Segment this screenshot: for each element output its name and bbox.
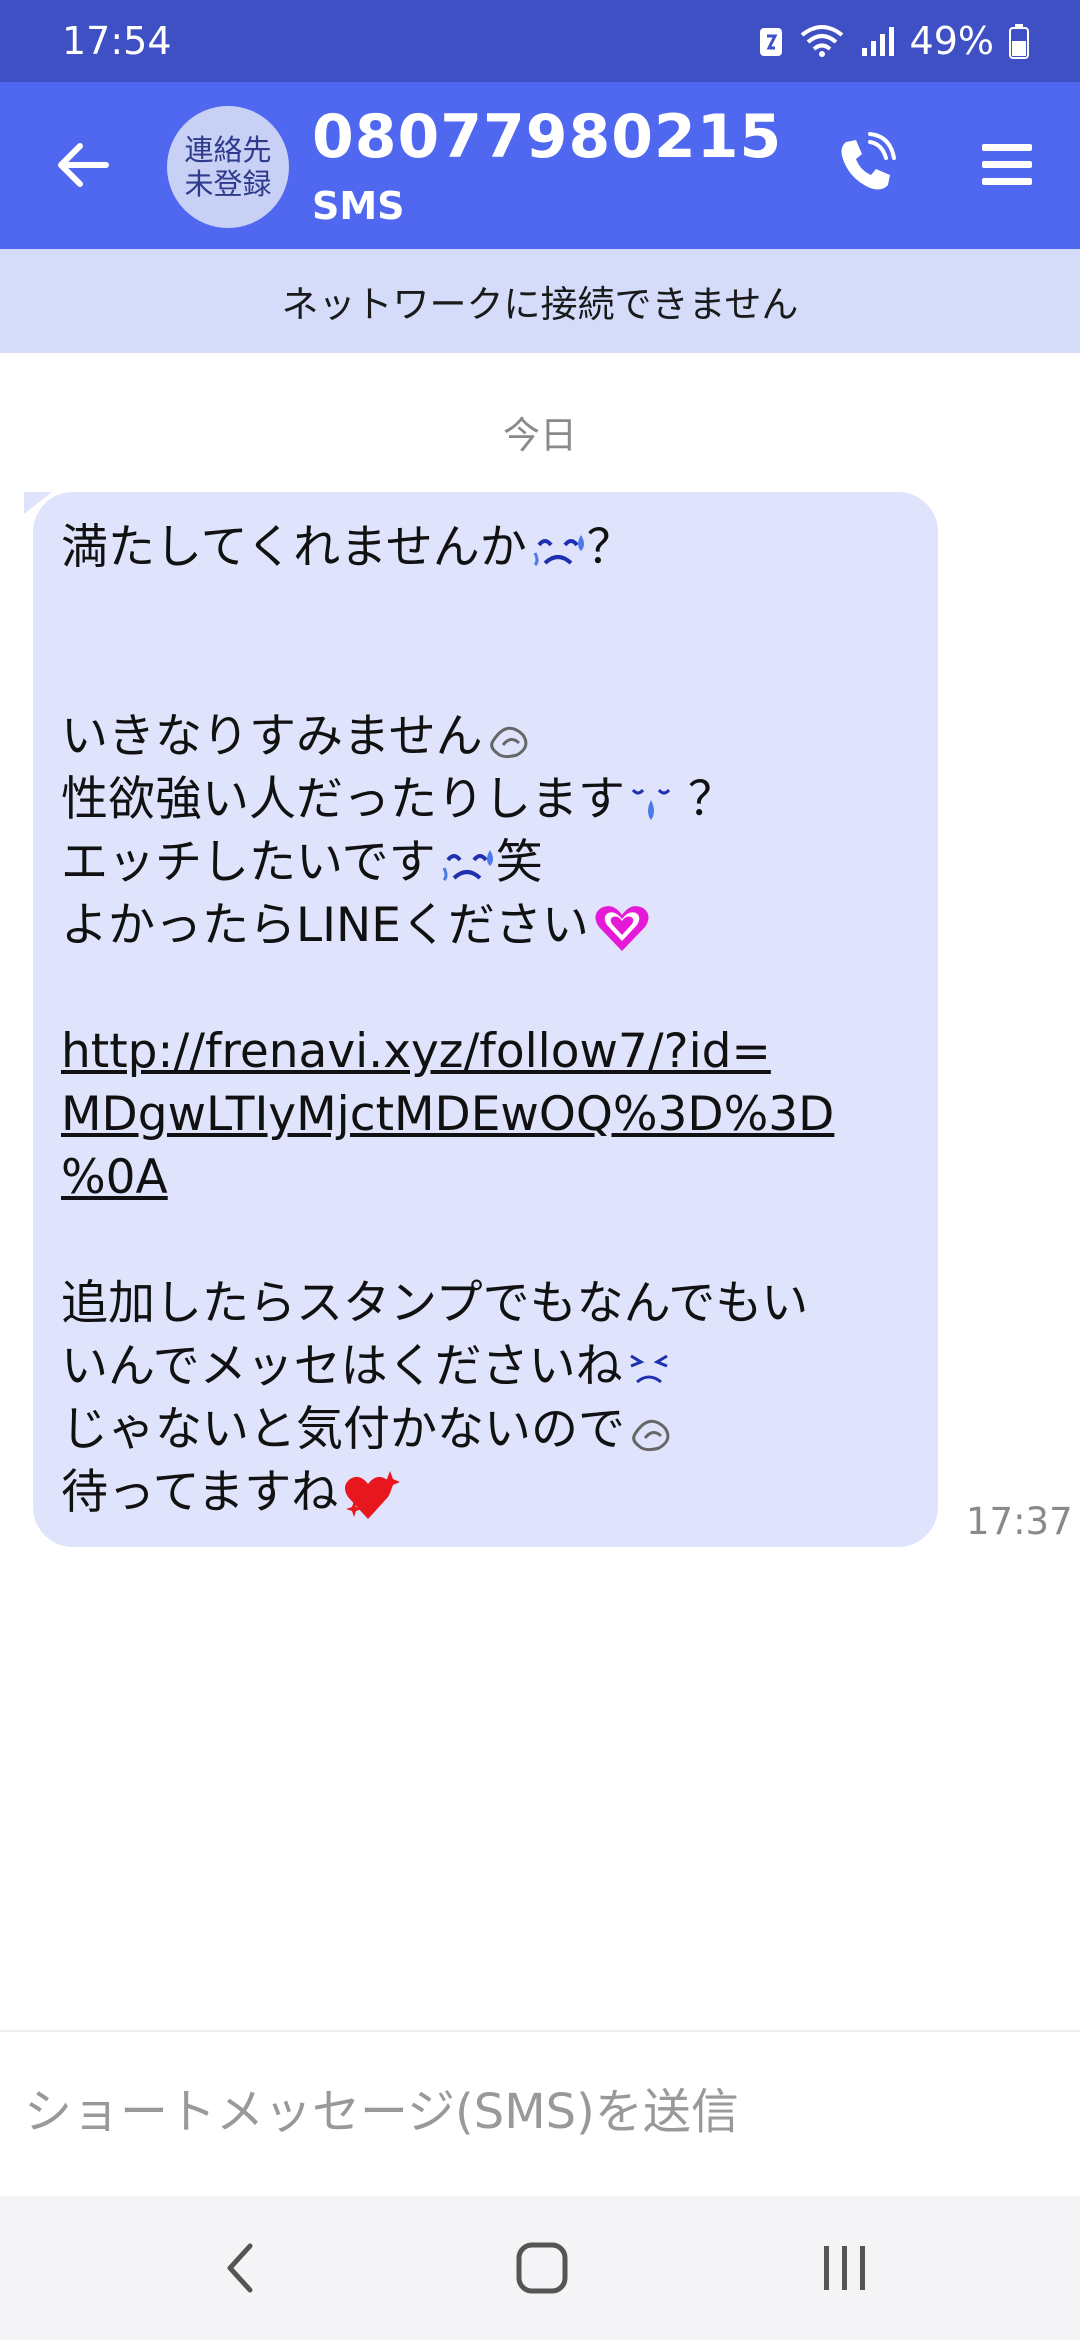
- tear-face-emoji: [629, 1354, 668, 1383]
- back-button[interactable]: [52, 134, 114, 196]
- message-text: ？: [586, 520, 634, 575]
- message-line: じゃないと気付かないので: [61, 1398, 910, 1461]
- status-time: 17:54: [62, 19, 172, 63]
- status-icons: 49%: [758, 19, 1030, 63]
- message-text: 笑: [495, 835, 543, 890]
- message-link-line[interactable]: http://frenavi.xyz/follow7/?id=: [61, 1020, 910, 1083]
- message-link-line[interactable]: %0A: [61, 1146, 910, 1209]
- avatar[interactable]: 連絡先 未登録: [167, 106, 289, 228]
- call-button[interactable]: [832, 132, 898, 198]
- message-bubble[interactable]: 満たしてくれませんか ？ いきなりすみません 性欲強い人だったりします ？ エッ…: [33, 492, 938, 1547]
- message-line: エッチしたいです 笑: [61, 831, 910, 894]
- nav-back-button[interactable]: [206, 2236, 276, 2300]
- message-text: ？: [673, 772, 735, 827]
- message-link[interactable]: MDgwLTIyMjctMDEwOQ%3D%3D: [61, 1087, 834, 1142]
- status-bar: 17:54 49%: [0, 0, 1080, 82]
- message-text: 追加したらスタンプでもなんでもい: [61, 1276, 809, 1331]
- sweat-face-emoji: [442, 849, 493, 881]
- conversation-header: 連絡先 未登録 08077980215 SMS: [0, 82, 1080, 249]
- message-link[interactable]: %0A: [61, 1150, 168, 1205]
- heart-emoji: [595, 905, 649, 951]
- message-line: 追加したらスタンプでもなんでもい: [61, 1272, 910, 1335]
- network-error-banner: ネットワークに接続できません: [0, 249, 1080, 353]
- menu-icon: [982, 144, 1032, 185]
- message-text: エッチしたいです: [61, 835, 436, 890]
- nav-recents-icon: [824, 2246, 865, 2290]
- message-line: いきなりすみません: [61, 705, 910, 768]
- message-text: 待ってますね: [61, 1465, 339, 1520]
- message-link-line[interactable]: MDgwLTIyMjctMDEwOQ%3D%3D: [61, 1083, 910, 1146]
- message-line: いんでメッセはくださいね: [61, 1335, 910, 1398]
- message-timestamp: 17:37: [966, 1500, 1073, 1543]
- nav-home-button[interactable]: [507, 2236, 577, 2300]
- message-line: 満たしてくれませんか ？: [61, 516, 910, 579]
- message-line: 性欲強い人だったりします ？: [61, 768, 910, 831]
- message-text: よかったらLINEください: [61, 898, 589, 953]
- wifi-icon: [800, 25, 843, 57]
- sweat-drop-emoji: [632, 1419, 670, 1451]
- message-line: よかったらLINEください: [61, 894, 910, 957]
- message-text: いきなりすみません: [61, 709, 483, 764]
- signal-icon: [861, 27, 894, 56]
- date-separator: 今日: [503, 414, 577, 457]
- message-input[interactable]: [24, 2062, 1054, 2162]
- nav-home-icon: [516, 2242, 568, 2294]
- battery-percent: 49%: [909, 19, 994, 63]
- message-link[interactable]: http://frenavi.xyz/follow7/?id=: [61, 1024, 771, 1079]
- message-text: いんでメッセはくださいね: [61, 1339, 623, 1394]
- message-text: じゃないと気付かないので: [61, 1402, 625, 1457]
- message-line: 待ってますね: [61, 1461, 910, 1524]
- battery-icon: [1009, 24, 1029, 59]
- message-text: 性欲強い人だったりします: [61, 772, 625, 827]
- message-text: 満たしてくれませんか: [61, 520, 527, 575]
- contact-number[interactable]: 08077980215: [312, 102, 782, 172]
- compose-bar: [0, 2030, 1080, 2196]
- sparkle-heart-emoji: [345, 1470, 401, 1519]
- avatar-label-line2: 未登録: [184, 167, 272, 201]
- avatar-label-line1: 連絡先: [184, 133, 272, 167]
- back-arrow-icon: [58, 143, 109, 187]
- channel-label: SMS: [312, 184, 405, 228]
- tear-face-emoji: [631, 788, 671, 820]
- phone-call-icon: [841, 132, 896, 190]
- sweat-face-emoji: [533, 534, 584, 566]
- menu-button[interactable]: [980, 140, 1034, 190]
- avatar-label: 連絡先 未登録: [184, 133, 271, 201]
- system-nav-bar: [0, 2196, 1080, 2340]
- nav-recents-button[interactable]: [810, 2236, 880, 2300]
- sweat-drop-emoji: [489, 726, 527, 758]
- nav-back-icon: [227, 2243, 253, 2293]
- battery-saver-icon: [759, 28, 782, 56]
